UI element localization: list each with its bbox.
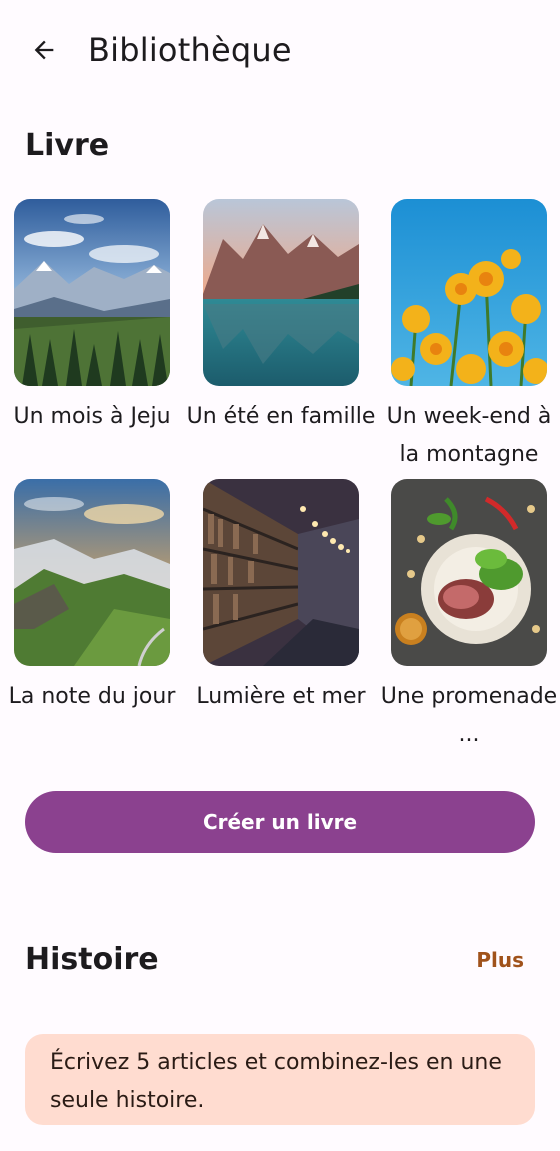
top-app-bar: Bibliothèque <box>0 0 560 100</box>
story-info-card[interactable]: Écrivez 5 articles et combinez-les en un… <box>25 1034 535 1125</box>
page-title: Bibliothèque <box>88 31 292 69</box>
create-book-button[interactable]: Créer un livre <box>25 791 535 853</box>
book-cover-image <box>203 199 359 386</box>
story-card-text: Écrivez 5 articles et combinez-les en un… <box>50 1050 502 1113</box>
back-button[interactable] <box>22 28 66 72</box>
book-title: Un mois à Jeju <box>13 404 171 429</box>
book-card[interactable]: La note du jour <box>9 479 175 716</box>
book-cover-image <box>391 479 547 666</box>
book-cover-image <box>391 199 547 386</box>
book-title: Une promenade ... <box>380 684 558 747</box>
book-title: Un été en famille <box>186 404 376 429</box>
book-title: Lumière et mer <box>196 684 366 709</box>
book-card[interactable]: Une promenade ... <box>381 479 557 754</box>
book-card[interactable]: Un été en famille <box>187 199 375 436</box>
arrow-left-icon <box>34 40 54 60</box>
book-cover-image <box>14 199 170 386</box>
book-card[interactable]: Lumière et mer <box>196 479 366 716</box>
book-cover-image <box>14 479 170 666</box>
book-title: Un week-end à la montagne <box>386 404 552 467</box>
story-section-title: Histoire <box>25 942 159 977</box>
book-cover-image <box>203 479 359 666</box>
more-link[interactable]: Plus <box>476 944 524 976</box>
book-card[interactable]: Un week-end à la montagne <box>387 199 551 474</box>
book-title: La note du jour <box>8 684 176 709</box>
books-section-title: Livre <box>25 128 110 163</box>
book-card[interactable]: Un mois à Jeju <box>13 199 171 436</box>
